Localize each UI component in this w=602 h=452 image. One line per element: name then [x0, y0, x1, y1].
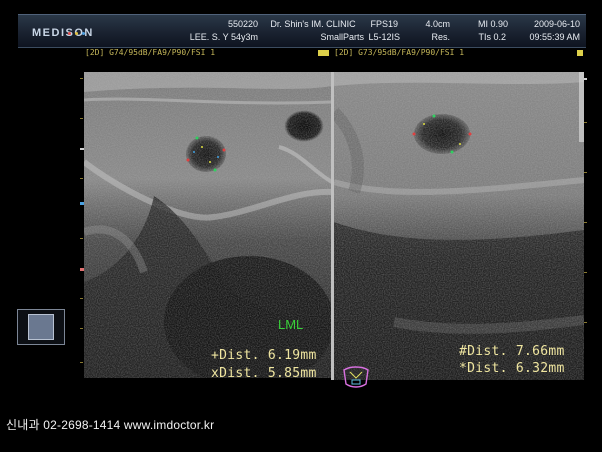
right-ultrasound-image — [334, 72, 584, 380]
side-label: LML — [278, 317, 304, 332]
patient-id: 550220 — [227, 19, 258, 29]
brand-dots-icon — [68, 22, 90, 35]
left-probe-info: [2D] G74/95dB/FA9/P90/FSI 1 — [85, 48, 216, 57]
probe-name: L5-12IS — [368, 32, 400, 42]
header-bar: MEDISON 550220 LEE. S. Y 54y3m Dr. Shin'… — [18, 14, 586, 48]
footer-caption: 신내과 02-2698-1414 www.imdoctor.kr — [6, 418, 215, 432]
left-ultrasound-image — [84, 72, 332, 378]
right-orientation-marker — [323, 50, 329, 56]
clinic-name: Dr. Shin's IM. CLINIC — [270, 19, 356, 29]
probe-thumbnail-icon — [17, 309, 65, 345]
left-measurement-2: xDist. 5.85mm — [211, 366, 317, 381]
date-value: 2009-06-10 — [533, 19, 580, 29]
right-depth-ruler — [584, 72, 588, 380]
depth-value: 4.0cm — [425, 19, 450, 29]
res-label: Res. — [431, 32, 450, 42]
right-measurement-2: *Dist. 6.32mm — [459, 361, 565, 376]
left-measurement-1: +Dist. 6.19mm — [211, 348, 317, 363]
body-mark-icon — [340, 364, 372, 390]
preset-name: SmallParts — [320, 32, 364, 42]
right-active-marker — [577, 50, 583, 56]
time-value: 09:55:39 AM — [529, 32, 580, 42]
right-probe-info: [2D] G73/95dB/FA9/P90/FSI 1 — [334, 48, 465, 57]
ultrasound-screen: MEDISON 550220 LEE. S. Y 54y3m Dr. Shin'… — [0, 0, 602, 452]
tis-value: TIs 0.2 — [478, 32, 506, 42]
fps-value: FPS19 — [370, 19, 398, 29]
patient-name: LEE. S. Y 54y3m — [189, 32, 258, 42]
mi-value: MI 0.90 — [477, 19, 508, 29]
right-measurement-1: #Dist. 7.66mm — [459, 344, 565, 359]
